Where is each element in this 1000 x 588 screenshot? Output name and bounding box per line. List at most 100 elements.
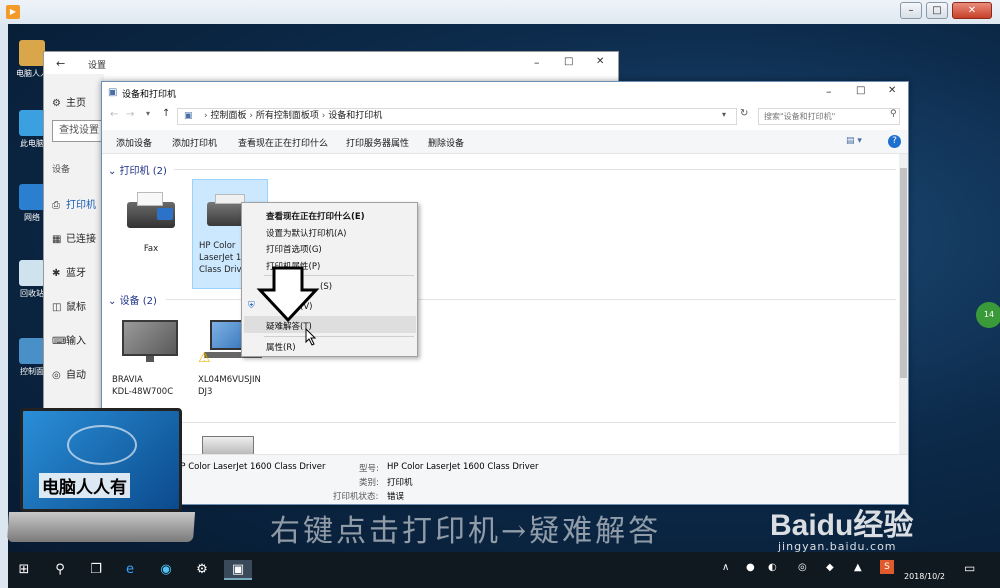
- devices-window-title: 设备和打印机: [122, 90, 177, 100]
- tray-app-icon[interactable]: S: [880, 560, 894, 574]
- autoplay-icon: ◎: [52, 370, 61, 381]
- computer-icon: [19, 110, 45, 136]
- devices-close-button[interactable]: ✕: [888, 85, 896, 96]
- details-pane: HP Color LaserJet 1600 Class Driver 型号: …: [102, 454, 908, 504]
- taskbar-date[interactable]: 2018/10/2: [904, 572, 945, 581]
- settings-item-autoplay[interactable]: ◎ 自动: [52, 366, 86, 381]
- device-bravia-tv[interactable]: BRAVIA KDL-48W700C: [112, 314, 192, 409]
- refresh-icon[interactable]: ↻: [740, 108, 748, 119]
- shield-icon: ⛨: [248, 301, 255, 311]
- devices-window-icon: ▣: [108, 87, 118, 98]
- settings-titlebar: ← 设置 – □ ✕: [44, 52, 618, 74]
- settings-home[interactable]: ⚙ 主页: [52, 94, 86, 109]
- recycle-bin-icon: [19, 260, 45, 286]
- address-dropdown-icon[interactable]: ▾: [722, 110, 726, 119]
- print-server-properties-button[interactable]: 打印服务器属性: [346, 136, 409, 149]
- settings-search-input[interactable]: 查找设置: [52, 120, 104, 142]
- vertical-scrollbar[interactable]: [899, 154, 908, 454]
- player-logo-icon: ▶: [6, 5, 20, 19]
- back-arrow-icon[interactable]: ←: [110, 109, 118, 120]
- warning-icon: ⚠: [198, 350, 211, 366]
- tray-app-icon[interactable]: ●: [746, 562, 755, 573]
- group-divider: [166, 422, 896, 423]
- help-icon[interactable]: ?: [888, 135, 901, 148]
- task-view-icon[interactable]: ❐: [86, 560, 106, 580]
- edge-browser-icon[interactable]: e: [120, 560, 140, 580]
- address-bar: ← → ▾ ↑ ▣ › 控制面板 › 所有控制面板项 › 设备和打印机 ▾ ↻ …: [102, 104, 908, 130]
- mouse-icon: ◫: [52, 302, 62, 313]
- tray-chevron-icon[interactable]: ∧: [722, 562, 729, 573]
- devices-maximize-button[interactable]: □: [856, 85, 865, 96]
- player-minimize-button[interactable]: –: [900, 2, 922, 19]
- desktop-icon-label: 控制面: [20, 367, 44, 376]
- add-printer-button[interactable]: 添加打印机: [172, 136, 217, 149]
- menu-item-see-printing[interactable]: 查看现在正在打印什么(E): [266, 210, 365, 222]
- menu-item-printing-preferences[interactable]: 打印首选项(G): [266, 243, 322, 255]
- printer-fax[interactable]: Fax: [112, 184, 190, 264]
- chevron-down-icon: ⌄: [108, 296, 120, 307]
- start-windows-icon[interactable]: ⊞: [14, 560, 34, 580]
- desktop-icon-label: 网络: [24, 213, 40, 222]
- forward-arrow-icon[interactable]: →: [126, 109, 134, 120]
- tray-app-icon[interactable]: ◆: [826, 562, 834, 573]
- search-icon[interactable]: ⚲: [50, 560, 70, 580]
- breadcrumb-item[interactable]: 所有控制面板项: [256, 111, 319, 121]
- cortana-icon[interactable]: ◉: [156, 560, 176, 580]
- notification-icon[interactable]: ▭: [964, 561, 975, 575]
- down-arrow-annotation-icon: [256, 266, 320, 322]
- group-divider: [174, 169, 896, 170]
- view-options-icon[interactable]: ▤ ▾: [846, 136, 862, 146]
- devices-minimize-button[interactable]: –: [826, 85, 832, 98]
- devices-group-header[interactable]: ⌄ 设备 (2): [108, 292, 157, 307]
- laptop-keyboard: [6, 512, 196, 542]
- settings-close-button[interactable]: ✕: [596, 56, 604, 67]
- breadcrumb[interactable]: ▣ › 控制面板 › 所有控制面板项 › 设备和打印机: [177, 108, 737, 125]
- side-badge[interactable]: 14: [976, 302, 1000, 328]
- player-maximize-button[interactable]: □: [926, 2, 948, 19]
- tray-app-icon[interactable]: ◎: [798, 562, 807, 573]
- settings-maximize-button[interactable]: □: [564, 56, 573, 67]
- settings-item-connected[interactable]: ▦ 已连接: [52, 230, 96, 245]
- remove-device-button[interactable]: 删除设备: [428, 136, 464, 149]
- user-folder-icon: [19, 40, 45, 66]
- laptop-screen: 电脑人人有: [20, 408, 182, 512]
- search-icon[interactable]: ⚲: [890, 109, 897, 119]
- tutorial-caption: 右键点击打印机→疑难解答: [270, 514, 662, 549]
- player-close-button[interactable]: ✕: [952, 2, 992, 19]
- tray-app-icon[interactable]: ▲: [854, 562, 862, 573]
- menu-item-s[interactable]: (S): [320, 282, 332, 292]
- settings-gear-icon[interactable]: ⚙: [192, 560, 212, 580]
- see-printing-button[interactable]: 查看现在正在打印什么: [238, 136, 328, 149]
- devices-printers-taskbar-icon[interactable]: ▣: [224, 560, 252, 580]
- tray-app-icon[interactable]: ◐: [768, 562, 777, 573]
- breadcrumb-item[interactable]: 控制面板: [210, 111, 246, 121]
- bluetooth-icon: ✱: [52, 268, 61, 279]
- breadcrumb-item[interactable]: 设备和打印机: [328, 111, 382, 121]
- search-input[interactable]: 搜索"设备和打印机": [758, 108, 900, 125]
- details-device-name: HP Color LaserJet 1600 Class Driver: [174, 462, 326, 472]
- settings-minimize-button[interactable]: –: [534, 56, 540, 69]
- settings-item-mouse[interactable]: ◫ 鼠标: [52, 298, 86, 313]
- details-model-label: 型号:: [359, 464, 379, 474]
- menu-separator: [264, 336, 414, 337]
- settings-item-printers[interactable]: ⎙ 打印机: [52, 196, 96, 211]
- scrollbar-thumb[interactable]: [900, 168, 907, 378]
- settings-item-bluetooth[interactable]: ✱ 蓝牙: [52, 264, 86, 279]
- up-arrow-icon[interactable]: ↑: [162, 108, 170, 119]
- printers-group-header[interactable]: ⌄ 打印机 (2): [108, 162, 167, 177]
- back-arrow-icon[interactable]: ←: [56, 57, 65, 70]
- menu-item-set-default[interactable]: 设置为默认打印机(A): [266, 227, 346, 239]
- devices-printers-window: ▣ 设备和打印机 – □ ✕ ← → ▾ ↑ ▣ › 控制面板 › 所有控制面板…: [101, 81, 909, 505]
- keyboard-icon: ⌨: [52, 336, 67, 347]
- mouse-cursor-icon: [305, 328, 317, 346]
- add-device-button[interactable]: 添加设备: [116, 136, 152, 149]
- chevron-down-icon: ⌄: [108, 166, 120, 177]
- details-model-value: HP Color LaserJet 1600 Class Driver: [387, 462, 539, 472]
- network-icon: [19, 184, 45, 210]
- settings-section-label: 设备: [52, 165, 71, 175]
- chevron-down-icon[interactable]: ▾: [146, 109, 150, 118]
- menu-item-properties[interactable]: 属性(R): [266, 341, 296, 353]
- control-panel-small-icon: ▣: [184, 111, 193, 121]
- settings-item-input[interactable]: ⌨输入: [52, 332, 86, 347]
- details-category-label: 类别:: [359, 478, 379, 488]
